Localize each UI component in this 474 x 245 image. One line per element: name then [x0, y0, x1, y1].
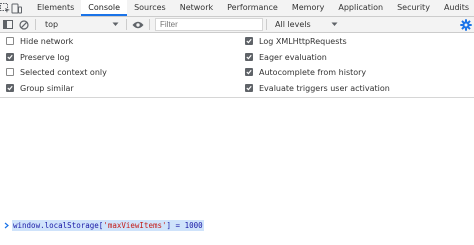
- clear-console-icon[interactable]: [16, 17, 32, 32]
- checkmark-icon: [7, 85, 13, 91]
- inspect-icon[interactable]: [0, 0, 11, 16]
- tab-sources[interactable]: Sources: [127, 0, 173, 16]
- toolbar-divider: [126, 19, 127, 30]
- checkmark-icon: [246, 54, 252, 60]
- option-label: Evaluate triggers user activation: [259, 83, 390, 93]
- checkmark-icon: [246, 69, 252, 75]
- gear-icon[interactable]: [460, 19, 472, 31]
- console-prompt[interactable]: window.localStorage['maxViewItems'] = 10…: [0, 219, 474, 231]
- checkbox[interactable]: [6, 68, 14, 76]
- tab-application[interactable]: Application: [331, 0, 390, 16]
- option-autocomplete-from-history[interactable]: Autocomplete from history: [245, 65, 366, 79]
- prompt-caret-icon: [0, 222, 12, 229]
- context-value: top: [45, 20, 59, 29]
- checkbox[interactable]: [245, 84, 253, 92]
- tab-memory[interactable]: Memory: [285, 0, 332, 16]
- tab-security[interactable]: Security: [390, 0, 437, 16]
- option-selected-context-only[interactable]: Selected context only: [6, 65, 107, 79]
- option-eager-evaluation[interactable]: Eager evaluation: [245, 50, 327, 64]
- context-selector[interactable]: top: [39, 18, 123, 31]
- checkmark-icon: [7, 54, 13, 60]
- checkbox[interactable]: [6, 37, 14, 45]
- checkbox[interactable]: [6, 84, 14, 92]
- option-label: Log XMLHttpRequests: [259, 36, 347, 46]
- checkbox[interactable]: [6, 53, 14, 61]
- toolbar-divider: [149, 19, 150, 30]
- devtools-tab-bar: Elements Console Sources Network Perform…: [0, 0, 474, 17]
- toolbar-divider: [266, 19, 267, 30]
- tab-console[interactable]: Console: [81, 0, 128, 16]
- checkbox[interactable]: [245, 68, 253, 76]
- tab-elements[interactable]: Elements: [30, 0, 81, 16]
- console-toolbar: top All levels: [0, 17, 474, 33]
- tab-network[interactable]: Network: [173, 0, 220, 16]
- chevron-down-icon: [112, 22, 119, 26]
- code-suffix: ] = 1000: [166, 220, 203, 230]
- checkbox[interactable]: [245, 53, 253, 61]
- tab-performance[interactable]: Performance: [220, 0, 285, 16]
- option-evaluate-triggers-user-activation[interactable]: Evaluate triggers user activation: [245, 81, 390, 95]
- code-prefix: window.localStorage[: [13, 220, 104, 230]
- option-preserve-log[interactable]: Preserve log: [6, 50, 70, 64]
- option-label: Selected context only: [20, 67, 107, 77]
- log-levels-dropdown[interactable]: All levels: [270, 18, 342, 31]
- option-group-similar[interactable]: Group similar: [6, 81, 74, 95]
- tab-audits[interactable]: Audits: [437, 0, 474, 16]
- checkmark-icon: [246, 85, 252, 91]
- device-toolbar-icon[interactable]: [11, 0, 22, 16]
- console-input-text[interactable]: window.localStorage['maxViewItems'] = 10…: [12, 219, 204, 231]
- eye-icon[interactable]: [130, 17, 146, 32]
- checkmark-icon: [246, 38, 252, 44]
- option-label: Autocomplete from history: [259, 67, 367, 77]
- code-string: 'maxViewItems': [103, 220, 167, 230]
- option-label: Group similar: [20, 83, 74, 93]
- option-label: Eager evaluation: [259, 52, 327, 62]
- sidebar-toggle-icon[interactable]: [0, 17, 16, 32]
- chevron-down-icon: [331, 22, 338, 26]
- console-settings-pane: Hide network Preserve log Selected conte…: [0, 34, 474, 98]
- option-log-xmlhttprequests[interactable]: Log XMLHttpRequests: [245, 34, 347, 48]
- option-hide-network[interactable]: Hide network: [6, 34, 73, 48]
- filter-input[interactable]: [155, 18, 263, 31]
- toolbar-divider: [35, 19, 36, 30]
- log-levels-value: All levels: [275, 20, 311, 29]
- checkbox[interactable]: [245, 37, 253, 45]
- option-label: Hide network: [20, 36, 74, 46]
- option-label: Preserve log: [20, 52, 70, 62]
